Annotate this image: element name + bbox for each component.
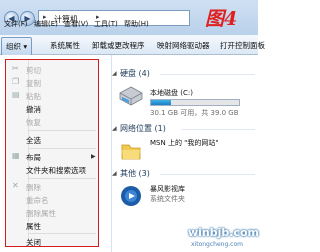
disk-usage-fill [151, 100, 172, 105]
hard-drive-icon [119, 86, 143, 106]
menu-tools[interactable]: 工具(T) [94, 19, 118, 29]
local-disk-label[interactable]: 本地磁盘 (C:) [150, 88, 193, 98]
menu-separator [28, 130, 96, 131]
menu-item-remove-properties[interactable]: 删除属性 [26, 208, 56, 219]
menu-item-delete[interactable]: 删除 [26, 182, 41, 193]
menu-file[interactable]: 文件(F) [4, 19, 28, 29]
menu-bar: 文件(F) 编辑(E) 查看(V) 工具(T) 帮助(H) [0, 19, 200, 30]
system-properties-button[interactable]: 系统属性 [50, 40, 80, 51]
menu-item-paste[interactable]: 粘贴 [26, 91, 41, 102]
other-item-label[interactable]: 暴风影视库 [150, 184, 185, 194]
figure-label: 图4 [205, 8, 238, 30]
menu-item-properties[interactable]: 属性 [26, 221, 41, 232]
paste-icon: ▤ [12, 90, 20, 99]
group-divider [160, 74, 255, 75]
title-bar: ◀ ▶ ▸ 计算机 ▸ 图4 文件(F) 编辑(E) 查看(V) 工具(T) 帮… [0, 0, 258, 35]
watermark-logo: winbjb.com [188, 226, 260, 239]
menu-help[interactable]: 帮助(H) [124, 19, 149, 29]
organize-button[interactable]: 组织 ▾ [1, 37, 33, 56]
delete-icon: ✕ [12, 181, 19, 190]
menu-item-copy[interactable]: 复制 [26, 78, 41, 89]
other-item-subtitle: 系统文件夹 [150, 195, 185, 203]
menu-item-redo[interactable]: 恢复 [26, 117, 41, 128]
group-divider [182, 129, 255, 130]
layout-icon: ▦ [12, 151, 20, 160]
organize-menu: ✂ 剪切 ❐ 复制 ▤ 粘贴 撤消 恢复 全选 ▦ 布局 ▶ 文件夹和搜索选项 … [5, 59, 99, 247]
media-library-icon [121, 186, 141, 206]
open-control-panel-button[interactable]: 打开控制面板 [220, 40, 265, 51]
folder-icon [121, 144, 141, 160]
other-group-header[interactable]: 其他 (3) [120, 168, 150, 179]
watermark-url: xitongcheng.com [191, 241, 243, 248]
collapse-arrow-icon[interactable]: ◢ [112, 170, 117, 177]
collapse-arrow-icon[interactable]: ◢ [112, 70, 117, 77]
map-network-drive-button[interactable]: 映射网络驱动器 [157, 40, 210, 51]
command-bar: 组织 ▾ 系统属性 卸载或更改程序 映射网络驱动器 打开控制面板 [0, 35, 265, 56]
menu-item-layout[interactable]: 布局 [26, 152, 41, 163]
copy-icon: ❐ [12, 77, 20, 86]
collapse-arrow-icon[interactable]: ◢ [112, 125, 117, 132]
disk-usage-bar [150, 99, 240, 106]
menu-item-select-all[interactable]: 全选 [26, 135, 41, 146]
harddisk-group-header[interactable]: 硬盘 (4) [120, 68, 150, 79]
menu-view[interactable]: 查看(V) [64, 19, 88, 29]
uninstall-program-button[interactable]: 卸载或更改程序 [92, 40, 145, 51]
network-item-label[interactable]: MSN 上的 "我的网站" [150, 138, 219, 148]
group-divider [160, 174, 255, 175]
menu-separator [28, 148, 96, 149]
menu-edit[interactable]: 编辑(E) [34, 19, 58, 29]
menu-item-rename[interactable]: 重命名 [26, 195, 49, 206]
network-group-header[interactable]: 网络位置 (1) [120, 123, 166, 134]
menu-item-cut[interactable]: 剪切 [26, 65, 41, 76]
menu-separator [28, 233, 96, 234]
menu-item-undo[interactable]: 撤消 [26, 104, 41, 115]
disk-free-text: 30.1 GB 可用，共 39.0 GB [150, 109, 239, 117]
menu-item-close[interactable]: 关闭 [26, 237, 41, 248]
submenu-arrow-icon: ▶ [91, 153, 96, 160]
scissors-icon: ✂ [12, 64, 19, 73]
menu-separator [28, 178, 96, 179]
menu-item-folder-options[interactable]: 文件夹和搜索选项 [26, 165, 86, 176]
